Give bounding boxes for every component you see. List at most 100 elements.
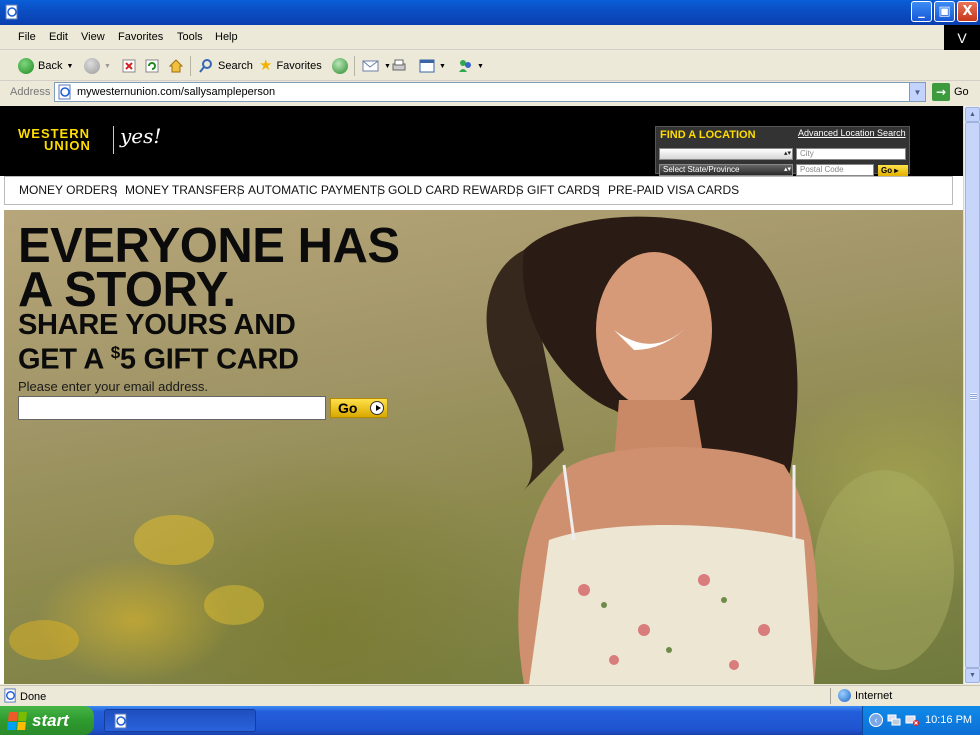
headline-line-1: EVERYONE HAS bbox=[18, 219, 400, 273]
nav-gold-card-rewards[interactable]: GOLD CARD REWARDS bbox=[388, 183, 524, 197]
nav-separator: | bbox=[597, 183, 601, 197]
menu-help[interactable]: Help bbox=[215, 31, 238, 43]
postal-code-input[interactable]: Postal Code bbox=[796, 164, 874, 176]
scroll-down-arrow-icon[interactable]: ▼ bbox=[965, 668, 980, 683]
subheadline-rest: 5 GIFT CARD bbox=[119, 343, 299, 376]
state-select-label: Select State/Province bbox=[663, 165, 740, 174]
ie-page-icon bbox=[5, 4, 18, 20]
select-arrows-icon: ▴▾ bbox=[783, 166, 791, 173]
email-go-label: Go bbox=[338, 400, 358, 416]
hero-subheadline: SHARE YOURS AND GET A $5 GIFT CARD bbox=[18, 309, 299, 376]
address-input[interactable]: mywesternunion.com/sallysampleperson ▼ bbox=[54, 82, 926, 102]
refresh-button[interactable] bbox=[145, 56, 159, 76]
menu-tools[interactable]: Tools bbox=[177, 31, 203, 43]
address-url: mywesternunion.com/sallysampleperson bbox=[77, 86, 276, 98]
email-go-button[interactable]: Go bbox=[330, 398, 388, 418]
city-input[interactable]: City bbox=[796, 148, 906, 160]
tray-expand-chevron-icon[interactable]: ‹ bbox=[869, 713, 883, 727]
play-arrow-icon bbox=[370, 401, 384, 415]
taskbar-ie-window-button[interactable] bbox=[104, 709, 256, 732]
logo-line-2: UNION bbox=[44, 138, 91, 153]
mail-dropdown-icon[interactable]: ▼ bbox=[384, 63, 391, 70]
address-dropdown-icon[interactable]: ▼ bbox=[909, 83, 925, 101]
minimize-button[interactable]: _ bbox=[911, 1, 932, 22]
ie-page-icon bbox=[58, 84, 71, 100]
security-zone: Internet bbox=[838, 689, 892, 702]
close-button[interactable]: X bbox=[957, 1, 978, 22]
nav-separator: | bbox=[114, 183, 118, 197]
ie-page-icon bbox=[4, 688, 16, 703]
subheadline-line-1: SHARE YOURS AND bbox=[18, 309, 296, 341]
find-location-widget: FIND A LOCATION Advanced Location Search… bbox=[655, 126, 910, 176]
address-bar: Address mywesternunion.com/sallysamplepe… bbox=[0, 81, 980, 104]
wu-header: WESTERN UNION yes! FIND A LOCATION Advan… bbox=[0, 106, 963, 176]
page-viewport: WESTERN UNION yes! FIND A LOCATION Advan… bbox=[0, 106, 963, 684]
western-union-logo[interactable]: WESTERN UNION bbox=[18, 127, 91, 153]
favorites-label: Favorites bbox=[276, 60, 322, 72]
scrollbar-thumb[interactable] bbox=[965, 122, 980, 668]
messenger-button[interactable]: ▼ bbox=[457, 56, 484, 76]
mail-button[interactable]: ▼ bbox=[362, 56, 391, 76]
back-button[interactable]: Back ▼ bbox=[18, 56, 73, 76]
network-icon[interactable] bbox=[887, 713, 901, 727]
menu-file[interactable]: File bbox=[18, 31, 36, 43]
state-province-select[interactable]: Select State/Province ▴▾ bbox=[659, 164, 793, 176]
nav-automatic-payments[interactable]: AUTOMATIC PAYMENTS bbox=[248, 183, 385, 197]
email-prompt-label: Please enter your email address. bbox=[18, 379, 209, 394]
search-icon bbox=[199, 59, 212, 73]
forward-button[interactable]: ▼ bbox=[84, 56, 111, 76]
status-text: Done bbox=[20, 691, 47, 703]
hero-headline: EVERYONE HAS A STORY. bbox=[18, 219, 400, 317]
email-input[interactable] bbox=[18, 396, 326, 420]
windows-flag-icon bbox=[7, 711, 27, 730]
address-go-label: Go bbox=[954, 86, 969, 98]
system-clock[interactable]: 10:16 PM bbox=[925, 714, 972, 726]
nav-prepaid-visa-cards[interactable]: PRE-PAID VISA CARDS bbox=[608, 183, 739, 197]
history-button[interactable] bbox=[332, 56, 348, 76]
maximize-button[interactable]: ▣ bbox=[934, 1, 955, 22]
network-disconnected-icon[interactable] bbox=[905, 713, 919, 727]
nav-money-transfers[interactable]: MONEY TRANSFERS bbox=[125, 183, 245, 197]
stop-button[interactable] bbox=[122, 56, 136, 76]
advanced-location-search-link[interactable]: Advanced Location Search bbox=[798, 128, 906, 138]
start-label: start bbox=[32, 710, 69, 730]
start-button[interactable]: start bbox=[0, 706, 94, 735]
forward-dropdown-icon[interactable]: ▼ bbox=[104, 63, 111, 70]
vertical-scrollbar[interactable]: ▲ ▼ bbox=[963, 106, 980, 684]
find-location-title: FIND A LOCATION bbox=[660, 129, 756, 141]
subheadline-prefix: GET A bbox=[18, 343, 111, 376]
refresh-icon bbox=[145, 59, 159, 73]
scroll-up-arrow-icon[interactable]: ▲ bbox=[965, 107, 980, 122]
print-button[interactable] bbox=[391, 56, 407, 76]
back-dropdown-icon[interactable]: ▼ bbox=[66, 63, 73, 70]
find-location-go-button[interactable]: Go ▸ bbox=[878, 165, 908, 176]
mail-icon bbox=[362, 60, 379, 72]
home-button[interactable] bbox=[168, 56, 184, 76]
go-arrow-icon: → bbox=[932, 83, 950, 101]
search-label: Search bbox=[218, 60, 253, 72]
menu-view[interactable]: View bbox=[81, 31, 105, 43]
zone-label: Internet bbox=[855, 689, 893, 702]
currency-sign: $ bbox=[110, 343, 120, 362]
system-tray: ‹ 10:16 PM bbox=[862, 706, 980, 735]
back-label: Back bbox=[38, 60, 63, 72]
headline-line-2: A STORY. bbox=[18, 263, 236, 317]
menu-edit[interactable]: Edit bbox=[49, 31, 68, 43]
nav-money-orders[interactable]: MONEY ORDERS bbox=[19, 183, 117, 197]
menu-favorites[interactable]: Favorites bbox=[118, 31, 163, 43]
address-label: Address bbox=[10, 86, 51, 98]
nav-gift-cards[interactable]: GIFT CARDS bbox=[527, 183, 599, 197]
edit-dropdown-icon[interactable]: ▼ bbox=[439, 63, 446, 70]
edit-button[interactable]: ▼ bbox=[419, 56, 446, 76]
address-go-button[interactable]: → Go bbox=[932, 83, 969, 101]
forward-icon bbox=[84, 58, 100, 74]
favorites-button[interactable]: ★ Favorites bbox=[259, 56, 322, 76]
status-bar: Done Internet bbox=[0, 685, 980, 706]
country-select[interactable]: ▴▾ bbox=[659, 148, 793, 160]
messenger-icon bbox=[459, 60, 471, 72]
ie-page-icon bbox=[114, 713, 127, 729]
search-button[interactable]: Search bbox=[198, 56, 253, 76]
messenger-dropdown-icon[interactable]: ▼ bbox=[477, 63, 484, 70]
window-title-bar: _ ▣ X bbox=[0, 0, 980, 25]
hero-banner: EVERYONE HAS A STORY. SHARE YOURS AND GE… bbox=[4, 210, 963, 684]
